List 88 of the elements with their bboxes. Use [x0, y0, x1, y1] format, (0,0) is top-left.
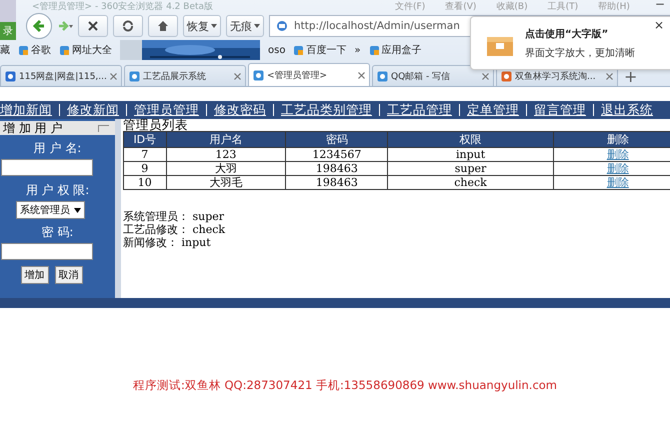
nav-link[interactable]: 管理员管理	[134, 102, 199, 118]
back-button[interactable]	[26, 13, 52, 39]
tab-icon	[5, 70, 16, 82]
home-button[interactable]	[148, 15, 178, 37]
caret-icon	[211, 24, 217, 28]
legend-text: 工艺品修改： check	[123, 223, 226, 236]
list-title: 管理员列表	[123, 119, 189, 131]
tab-icon	[253, 70, 264, 80]
delete-link[interactable]: 删除	[606, 176, 629, 188]
bookmark-icon	[368, 44, 380, 56]
close-button[interactable]: ×	[654, 18, 664, 32]
nav-link[interactable]: 修改新闻	[67, 102, 119, 118]
table-cell: 198463	[286, 176, 388, 190]
tab-icon	[129, 70, 140, 82]
table-cell: 7	[124, 148, 166, 162]
username-field[interactable]	[0, 159, 92, 176]
field-label: 用 户 名:	[34, 140, 82, 157]
bookmark-icon	[18, 44, 29, 56]
nav-link[interactable]: 留言管理	[534, 102, 586, 118]
table-cell: 10	[124, 176, 166, 190]
delete-link[interactable]: 删除	[606, 148, 629, 160]
nav-link[interactable]: 增加新闻	[0, 102, 52, 118]
table-cell: 9	[124, 162, 166, 176]
legend-text: 系统管理员： super	[123, 210, 226, 223]
nav-link[interactable]: 退出系统	[601, 102, 653, 118]
delete-link[interactable]: 删除	[606, 162, 629, 174]
field-label: 密 码:	[42, 224, 74, 241]
bookmark-link[interactable]: 应用盒子	[382, 43, 422, 57]
nav-link[interactable]: 修改密码	[214, 102, 266, 118]
password-field[interactable]	[0, 243, 92, 260]
refresh-icon	[122, 20, 134, 32]
column-header: 权限	[388, 132, 554, 148]
column-header: 用户名	[166, 132, 286, 148]
close-icon	[88, 21, 98, 31]
toolbar-button[interactable]: 恢复	[183, 15, 221, 37]
nav-link[interactable]: 工艺品管理	[387, 102, 452, 118]
close-icon[interactable]	[482, 72, 489, 80]
table-cell: 123	[166, 148, 286, 162]
table-cell: 1234567	[286, 148, 388, 162]
browser-tab[interactable]: 工艺品展示系统	[124, 65, 246, 86]
table-cell: check	[388, 176, 554, 190]
nav-link[interactable]: 定单管理	[467, 102, 519, 118]
table-cell: input	[388, 148, 554, 162]
refresh-button[interactable]	[113, 15, 143, 37]
bookmark-link[interactable]: 谷歌	[31, 43, 51, 57]
window-title: <管理员管理> - 360安全浏览器 4.2 Beta版	[32, 0, 214, 12]
page-icon	[276, 20, 288, 32]
table-cell: 大羽	[166, 162, 286, 176]
column-header: ID号	[124, 132, 166, 148]
footer-text: 程序测试:双鱼林 QQ:287307421 手机:13558690869 www.shuangyulin.com	[132, 378, 558, 392]
bookmark-label: 藏	[0, 44, 10, 57]
notification-text: 界面文字放大，更加清晰	[525, 46, 635, 60]
close-icon[interactable]	[110, 72, 117, 80]
column-header: 删除	[553, 132, 670, 148]
table-cell: 198463	[286, 162, 388, 176]
form-button[interactable]: 取消	[54, 266, 82, 284]
browser-tab[interactable]: 115网盘|网盘|115,...	[0, 65, 122, 86]
bookmark-label: oso	[268, 44, 286, 56]
legend-text: 新闻修改： input	[123, 236, 212, 249]
back-arrow-icon	[32, 19, 46, 33]
browser-tab[interactable]: <管理员管理>	[248, 63, 370, 86]
new-tab-button[interactable]: +	[620, 67, 642, 86]
bookmark-link[interactable]: 网址大全	[72, 43, 112, 57]
caret-icon	[74, 208, 81, 212]
table-cell: super	[388, 162, 554, 176]
home-icon	[157, 20, 169, 32]
stop-button[interactable]	[78, 15, 108, 37]
form-button[interactable]: 增加	[20, 266, 48, 284]
close-icon[interactable]	[358, 72, 365, 78]
bookmark-icon	[59, 44, 70, 56]
toolbar-button[interactable]: 无痕	[226, 15, 264, 37]
forward-icon[interactable]	[57, 20, 73, 32]
minimize-button[interactable]: −	[655, 0, 666, 11]
bookmark-icon	[293, 44, 304, 56]
close-icon[interactable]	[606, 72, 613, 80]
nav-link[interactable]: 工艺品类别管理	[281, 102, 372, 118]
bookmark-label: »	[354, 44, 361, 56]
panel-header: 增 加 用 户	[0, 121, 115, 135]
bookmark-link[interactable]: 百度一下	[306, 43, 346, 57]
browser-tab[interactable]: QQ邮箱 - 写信	[372, 65, 494, 86]
caret-icon	[254, 24, 260, 28]
tab-icon	[377, 70, 388, 82]
field-label: 用 户 权 限:	[26, 182, 90, 199]
column-header: 密码	[286, 132, 388, 148]
role-dropdown[interactable]: 系统管理员	[16, 201, 85, 219]
login-badge[interactable]: 录	[0, 0, 16, 40]
close-icon[interactable]	[234, 72, 241, 80]
table-cell: 大羽毛	[166, 176, 286, 190]
